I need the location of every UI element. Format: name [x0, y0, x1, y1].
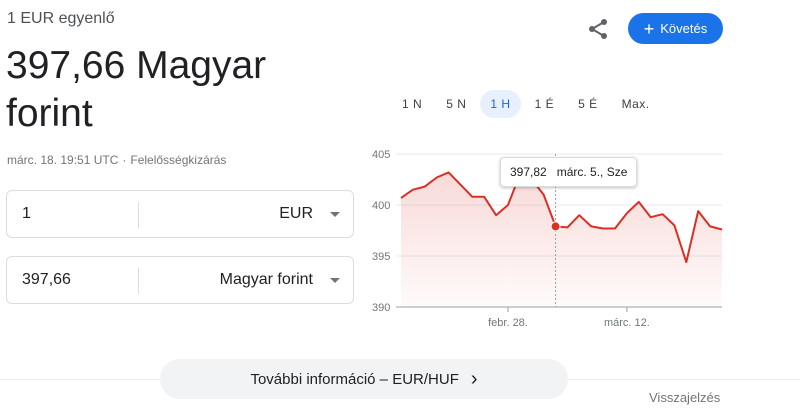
from-currency-select[interactable]: EUR	[279, 205, 313, 223]
conversion-subtitle: 1 EUR egyenlő	[7, 10, 115, 27]
x-tick-label: márc. 12.	[604, 317, 650, 329]
range-tab-max[interactable]: Max.	[612, 90, 660, 118]
result-line-2: forint	[6, 92, 93, 135]
more-info-button[interactable]: További információ – EUR/HUF ›	[160, 359, 568, 399]
range-tab-1-h[interactable]: 1 H	[480, 90, 521, 118]
feedback-link[interactable]: Visszajelzés	[649, 390, 720, 405]
highlight-point	[550, 221, 561, 232]
to-amount-input[interactable]: 397,66	[22, 271, 71, 289]
y-tick-label: 400	[372, 200, 390, 212]
chevron-right-icon: ›	[470, 368, 478, 390]
from-currency-row: 1 EUR	[6, 190, 354, 238]
range-tab-5-n[interactable]: 5 N	[436, 90, 476, 118]
series-area	[401, 172, 722, 307]
timestamp: márc. 18. 19:51 UTC	[7, 153, 119, 167]
share-icon	[589, 19, 607, 39]
range-tab-1[interactable]: 1 É	[525, 90, 565, 118]
y-tick-label: 405	[372, 149, 390, 161]
separator: ·	[122, 153, 127, 167]
to-currency-select[interactable]: Magyar forint	[220, 271, 313, 289]
tooltip-value: 397,82	[510, 165, 547, 179]
range-tabs: 1 N5 N1 H1 É5 É Max.	[392, 90, 664, 118]
range-tab-5[interactable]: 5 É	[568, 90, 608, 118]
plus-icon: +	[643, 18, 655, 39]
conversion-result: 397,66 Magyar forint	[6, 42, 306, 138]
follow-button[interactable]: + Követés	[628, 13, 723, 44]
chevron-down-icon[interactable]	[330, 212, 340, 217]
follow-label: Követés	[660, 21, 708, 36]
disclaimer-link[interactable]: Felelősségkizárás	[130, 153, 226, 167]
divider	[138, 268, 139, 294]
chart-tooltip: 397,82 márc. 5., Sze	[500, 157, 638, 187]
more-info-label: További információ – EUR/HUF	[250, 370, 459, 388]
y-tick-label: 395	[372, 251, 390, 263]
from-amount-input[interactable]: 1	[22, 205, 31, 223]
timestamp-row: márc. 18. 19:51 UTC · Felelősségkizárás	[7, 153, 226, 167]
range-tab-1-n[interactable]: 1 N	[392, 90, 432, 118]
result-line-1: 397,66 Magyar	[6, 44, 267, 87]
divider	[138, 202, 139, 228]
x-tick-label: febr. 28.	[488, 317, 528, 329]
chevron-down-icon[interactable]	[330, 278, 340, 283]
tooltip-date: márc. 5., Sze	[556, 165, 628, 179]
y-tick-label: 390	[372, 302, 390, 314]
to-currency-row: 397,66 Magyar forint	[6, 256, 354, 304]
share-button[interactable]	[586, 17, 610, 41]
